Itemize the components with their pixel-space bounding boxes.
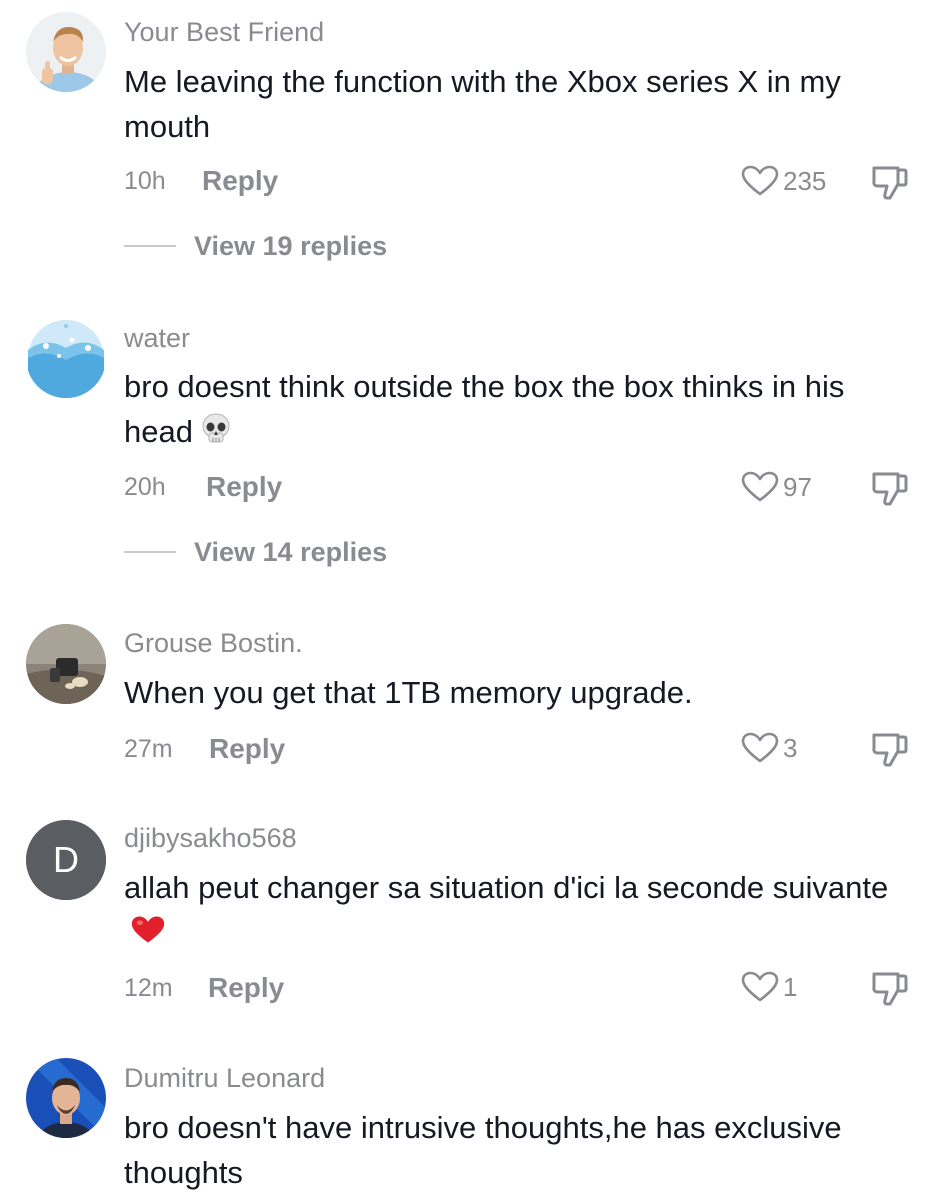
comment-text: When you get that 1TB memory upgrade. [124, 675, 693, 710]
like-count: 1 [783, 971, 798, 1002]
comment-text-content: allah peut changer sa situation d'ici la… [124, 870, 889, 905]
heart-icon [741, 165, 779, 196]
comment-text: allah peut changer sa situation d'ici la… [124, 865, 914, 955]
reply-button[interactable]: Reply [209, 733, 285, 765]
comment-time: 12m [124, 974, 173, 1002]
comment-username[interactable]: Grouse Bostin. [124, 627, 303, 659]
comment-username[interactable]: water [124, 322, 190, 354]
comment-text: Me leaving the function with the Xbox se… [124, 64, 841, 144]
thumbs-down-icon[interactable] [870, 162, 910, 202]
reply-button[interactable]: Reply [202, 165, 278, 197]
reply-button[interactable]: Reply [208, 972, 284, 1004]
view-replies-button[interactable]: View 19 replies [124, 230, 387, 262]
skull-emoji-icon [202, 413, 230, 443]
red-heart-emoji-icon [131, 916, 165, 943]
heart-icon [741, 471, 779, 502]
comment-time: 27m [124, 735, 173, 763]
thumbs-down-icon[interactable] [870, 468, 910, 508]
thumbs-down-icon[interactable] [870, 968, 910, 1008]
view-replies-label: View 14 replies [194, 536, 388, 567]
like-count: 235 [783, 165, 827, 196]
thumbs-down-icon[interactable] [870, 729, 910, 769]
divider [124, 245, 176, 247]
avatar[interactable] [26, 318, 106, 398]
avatar[interactable] [26, 12, 106, 92]
divider [124, 551, 176, 553]
comment-time: 10h [124, 167, 166, 195]
reply-button[interactable]: Reply [206, 471, 282, 503]
view-replies-button[interactable]: View 14 replies [124, 536, 387, 568]
like-button[interactable]: 235 [740, 164, 826, 198]
avatar[interactable] [26, 1058, 106, 1138]
comment-username[interactable]: Dumitru Leonard [124, 1062, 325, 1094]
comment-time: 20h [124, 473, 166, 501]
comment-text: bro doesn't have intrusive thoughts,he h… [124, 1110, 842, 1190]
avatar[interactable] [26, 624, 106, 704]
like-button[interactable]: 1 [740, 970, 797, 1004]
like-button[interactable]: 3 [740, 731, 797, 765]
comment-username[interactable]: djibysakho568 [124, 822, 297, 854]
view-replies-label: View 19 replies [194, 230, 388, 261]
comment-text: bro doesnt think outside the box the box… [124, 364, 914, 454]
like-count: 3 [783, 732, 798, 763]
heart-icon [741, 732, 779, 763]
comment-username[interactable]: Your Best Friend [124, 16, 324, 48]
like-button[interactable]: 97 [740, 470, 812, 504]
avatar[interactable]: D [26, 820, 106, 900]
like-count: 97 [783, 471, 812, 502]
avatar-letter: D [53, 839, 79, 880]
heart-icon [741, 971, 779, 1002]
